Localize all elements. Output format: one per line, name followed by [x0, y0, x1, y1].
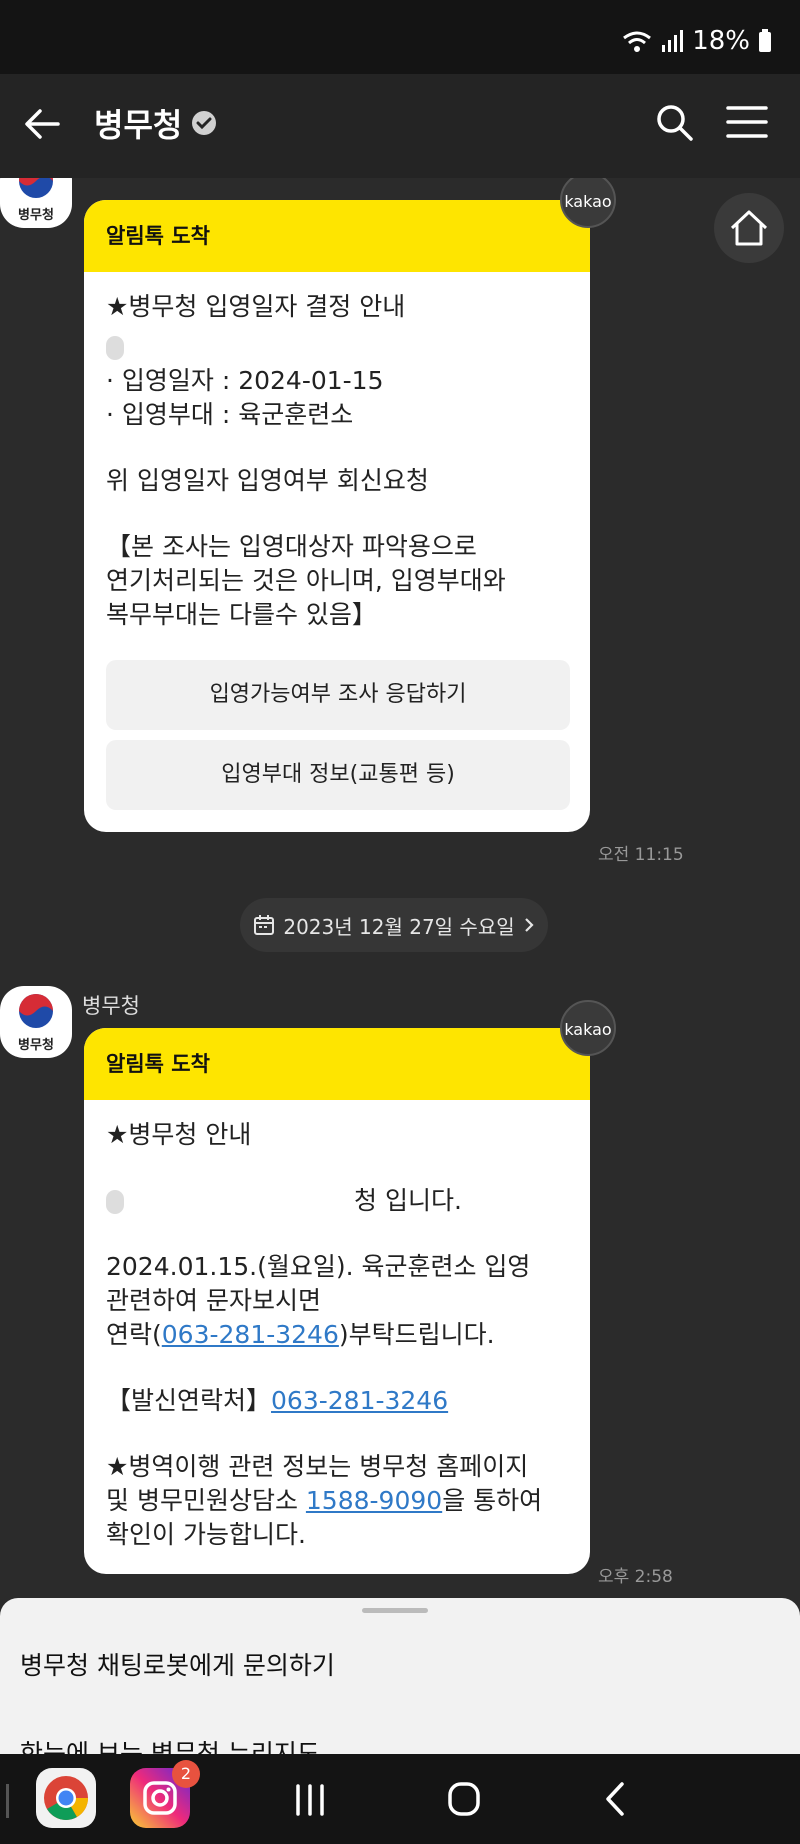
sender-name: 병무청	[82, 994, 140, 1018]
message-line: · 입영부대 : 육군훈련소	[106, 400, 354, 429]
calendar-icon	[254, 915, 275, 935]
message-line: 확인이 가능합니다.	[106, 1520, 306, 1549]
home-icon	[730, 210, 768, 246]
back-nav-icon[interactable]	[602, 1780, 628, 1818]
date-divider[interactable]: 2023년 12월 27일 수요일	[240, 898, 548, 952]
bottom-menu-sheet: 병무청 채팅로봇에게 문의하기 한눈에 보는 병무청 누리지도	[0, 1598, 800, 1754]
home-nav-icon[interactable]	[446, 1780, 482, 1818]
battery-icon	[759, 29, 771, 52]
message-line: · 입영일자 : 2024-01-15	[106, 366, 384, 395]
message-line: ★병무청 입영일자 결정 안내	[106, 292, 406, 321]
date-text: 2023년 12월 27일 수요일	[283, 914, 515, 939]
card-header: 알림톡 도착	[84, 200, 590, 272]
message-line: 【발신연락처】063-281-3246	[106, 1386, 449, 1415]
instagram-app-icon[interactable]: 2	[130, 1760, 200, 1828]
signal-icon	[662, 30, 684, 52]
verified-badge-icon	[192, 111, 217, 135]
redaction-mark	[106, 1190, 124, 1214]
status-icons: 18%	[622, 26, 772, 56]
chat-title-text: 병무청	[94, 106, 183, 144]
message-line: 관련하여 문자보시면	[106, 1286, 321, 1315]
system-nav-bar: 2	[0, 1754, 800, 1844]
home-button[interactable]	[714, 193, 784, 263]
message-line: 복무부대는 다를수 있음】	[106, 600, 377, 629]
card-body: ★병무청 안내 청 입니다. 2024.01.15.(월요일). 육군훈련소 입…	[84, 1100, 590, 1574]
sender-avatar[interactable]: 병무청	[0, 986, 72, 1058]
kakao-badge: kakao	[560, 178, 616, 228]
status-bar: 18%	[0, 0, 800, 74]
phone-link[interactable]: 063-281-3246	[162, 1320, 339, 1349]
taskbar-divider	[6, 1784, 9, 1818]
unit-info-button[interactable]: 입영부대 정보(교통편 등)	[106, 740, 570, 810]
search-icon[interactable]	[654, 102, 694, 142]
chat-title: 병무청	[94, 100, 218, 146]
wifi-icon	[623, 31, 652, 52]
message-card-1: 알림톡 도착 ★병무청 입영일자 결정 안내 · 입영일자 : 2024-01-…	[84, 200, 590, 832]
message-line: 연기처리되는 것은 아니며, 입영부대와	[106, 566, 506, 595]
sheet-handle[interactable]	[362, 1608, 428, 1613]
card-body: ★병무청 입영일자 결정 안내 · 입영일자 : 2024-01-15 · 입영…	[84, 272, 590, 832]
notification-badge: 2	[172, 1760, 200, 1788]
emblem-icon	[19, 178, 53, 198]
battery-percent: 18%	[692, 26, 750, 56]
message-card-2: 알림톡 도착 ★병무청 안내 청 입니다. 2024.01.15.(월요일). …	[84, 1028, 590, 1574]
avatar-label: 병무청	[18, 1038, 54, 1053]
message-line: 및 병무민원상담소 1588-9090을 통하여	[106, 1486, 543, 1515]
survey-response-button[interactable]: 입영가능여부 조사 응답하기	[106, 660, 570, 730]
chevron-right-icon	[524, 918, 534, 932]
phone-link[interactable]: 063-281-3246	[271, 1386, 448, 1415]
message-time: 오전 11:15	[598, 845, 684, 865]
message-line: 연락(063-281-3246)부탁드립니다.	[106, 1320, 495, 1349]
menu-icon[interactable]	[726, 104, 768, 140]
message-line: 청 입니다.	[106, 1184, 568, 1218]
sender-avatar[interactable]: 병무청	[0, 178, 72, 228]
chat-area[interactable]: 병무청 알림톡 도착 ★병무청 입영일자 결정 안내 · 입영일자 : 2024…	[0, 178, 800, 1598]
chatbot-inquiry-item[interactable]: 병무청 채팅로봇에게 문의하기	[20, 1646, 335, 1682]
message-line: 【본 조사는 입영대상자 파악용으로	[106, 532, 477, 561]
chrome-app-icon[interactable]	[36, 1768, 96, 1828]
chat-header: 병무청	[0, 74, 800, 178]
back-arrow-icon[interactable]	[22, 104, 62, 144]
phone-link[interactable]: 1588-9090	[306, 1486, 442, 1515]
kakao-badge: kakao	[560, 1000, 616, 1056]
message-time: 오후 2:58	[598, 1567, 673, 1587]
chrome-icon	[44, 1776, 88, 1820]
card-header: 알림톡 도착	[84, 1028, 590, 1100]
map-item[interactable]: 한눈에 보는 병무청 누리지도	[20, 1734, 320, 1754]
avatar-label: 병무청	[18, 208, 54, 223]
redacted-area	[106, 324, 568, 360]
emblem-icon	[19, 994, 53, 1028]
recent-apps-icon[interactable]	[290, 1782, 330, 1818]
message-line: ★병역이행 관련 정보는 병무청 홈페이지	[106, 1452, 529, 1481]
redaction-mark	[106, 336, 124, 360]
message-line: ★병무청 안내	[106, 1120, 252, 1149]
message-line: 2024.01.15.(월요일). 육군훈련소 입영	[106, 1252, 531, 1281]
message-line: 위 입영일자 입영여부 회신요청	[106, 466, 429, 495]
